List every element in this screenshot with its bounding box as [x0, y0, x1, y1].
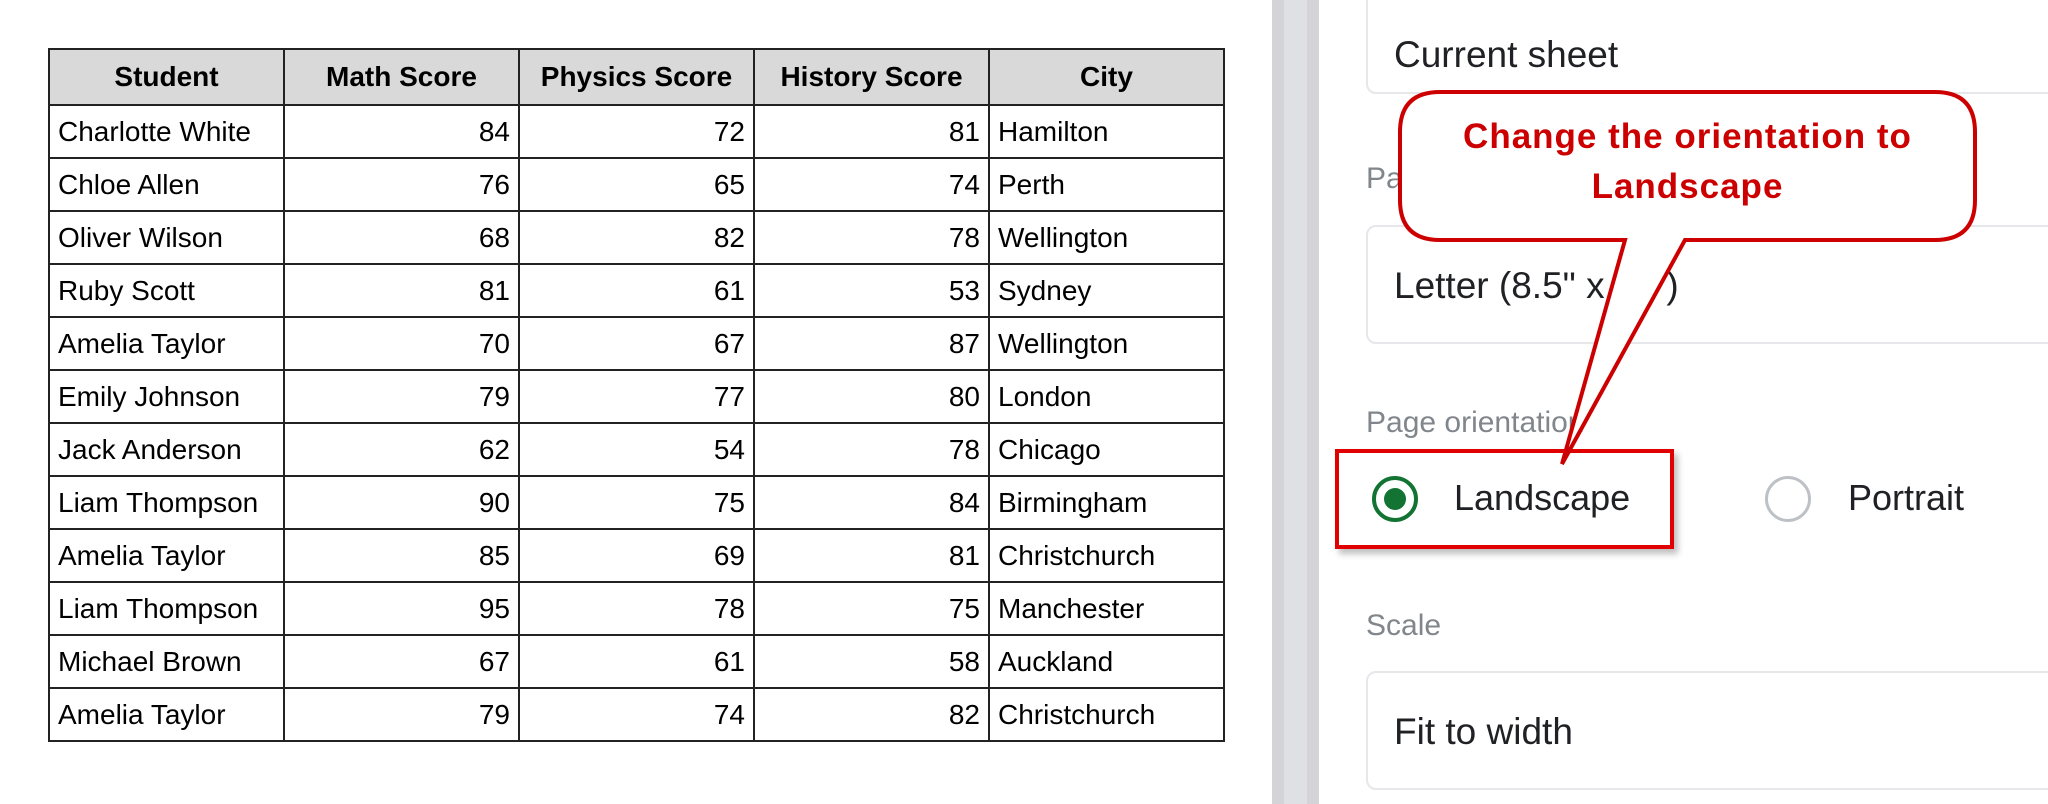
table-cell[interactable]: 75: [753, 581, 990, 636]
table-cell[interactable]: Amelia Taylor: [48, 316, 285, 371]
scale-value: Fit to width: [1394, 711, 1573, 752]
table-cell[interactable]: Ruby Scott: [48, 263, 285, 318]
table-cell[interactable]: 95: [283, 581, 520, 636]
table-cell[interactable]: Wellington: [988, 316, 1225, 371]
print-range-value: Current sheet: [1394, 34, 1619, 75]
table-cell[interactable]: Oliver Wilson: [48, 210, 285, 265]
table-cell[interactable]: 58: [753, 634, 990, 689]
table-cell[interactable]: 65: [518, 157, 755, 212]
table-cell[interactable]: 81: [753, 104, 990, 159]
table-cell[interactable]: Auckland: [988, 634, 1225, 689]
table-row: Liam Thompson 95 78 75 Manchester: [48, 581, 1225, 636]
table-row: Charlotte White 84 72 81 Hamilton: [48, 104, 1225, 159]
paper-size-value: Letter (8.5" x 11"): [1394, 265, 1679, 306]
scale-label: Scale: [1366, 609, 1442, 642]
table-cell[interactable]: Charlotte White: [48, 104, 285, 159]
table-row: Chloe Allen 76 65 74 Perth: [48, 157, 1225, 212]
table-row: Oliver Wilson 68 82 78 Wellington: [48, 210, 1225, 265]
callout-text: Change the orientation to Landscape: [1400, 112, 1975, 212]
table-header-row: Student Math Score Physics Score History Sc…: [48, 48, 1225, 106]
table-cell[interactable]: 78: [753, 210, 990, 265]
table-cell[interactable]: Birmingham: [988, 475, 1225, 530]
table-cell[interactable]: 75: [518, 475, 755, 530]
table-cell[interactable]: Michael Brown: [48, 634, 285, 689]
column-header: City: [988, 48, 1225, 106]
table-cell[interactable]: 74: [518, 687, 755, 742]
table-cell[interactable]: 74: [753, 157, 990, 212]
table-cell[interactable]: Christchurch: [988, 687, 1225, 742]
table-cell[interactable]: 67: [283, 634, 520, 689]
table-cell[interactable]: Chloe Allen: [48, 157, 285, 212]
table-cell[interactable]: 81: [283, 263, 520, 318]
table-cell[interactable]: 62: [283, 422, 520, 477]
table-cell[interactable]: Perth: [988, 157, 1225, 212]
panel-divider[interactable]: [1272, 0, 1319, 804]
column-header: History Score: [753, 48, 990, 106]
column-header: Math Score: [283, 48, 520, 106]
table-cell[interactable]: 78: [518, 581, 755, 636]
portrait-label[interactable]: Portrait: [1848, 477, 1964, 519]
print-range-select[interactable]: Current sheet: [1366, 0, 2048, 94]
paper-size-select[interactable]: Letter (8.5" x 11"): [1366, 225, 2048, 344]
table-cell[interactable]: Amelia Taylor: [48, 528, 285, 583]
student-scores-table: Student Math Score Physics Score History Sc…: [48, 48, 1225, 742]
table-cell[interactable]: Emily Johnson: [48, 369, 285, 424]
table-cell[interactable]: 82: [518, 210, 755, 265]
landscape-highlight-box: [1335, 449, 1674, 549]
table-cell[interactable]: Liam Thompson: [48, 475, 285, 530]
column-header: Student: [48, 48, 285, 106]
table-row: Amelia Taylor 79 74 82 Christchurch: [48, 687, 1225, 742]
table-cell[interactable]: 69: [518, 528, 755, 583]
table-row: Emily Johnson 79 77 80 London: [48, 369, 1225, 424]
table-cell[interactable]: 82: [753, 687, 990, 742]
table-cell[interactable]: 90: [283, 475, 520, 530]
table-cell[interactable]: Chicago: [988, 422, 1225, 477]
table-cell[interactable]: 70: [283, 316, 520, 371]
table-cell[interactable]: 68: [283, 210, 520, 265]
table-cell[interactable]: 53: [753, 263, 990, 318]
table-cell[interactable]: 78: [753, 422, 990, 477]
table-cell[interactable]: 87: [753, 316, 990, 371]
table-cell[interactable]: 76: [283, 157, 520, 212]
table-cell[interactable]: 84: [283, 104, 520, 159]
table-cell[interactable]: Amelia Taylor: [48, 687, 285, 742]
table-cell[interactable]: 79: [283, 369, 520, 424]
table-cell[interactable]: Wellington: [988, 210, 1225, 265]
table-cell[interactable]: 61: [518, 634, 755, 689]
callout-line-1: Change the orientation to: [1463, 117, 1912, 156]
table-cell[interactable]: 72: [518, 104, 755, 159]
table-row: Amelia Taylor 85 69 81 Christchurch: [48, 528, 1225, 583]
table-cell[interactable]: Liam Thompson: [48, 581, 285, 636]
table-cell[interactable]: 79: [283, 687, 520, 742]
table-cell[interactable]: 67: [518, 316, 755, 371]
table-cell[interactable]: Christchurch: [988, 528, 1225, 583]
scale-select[interactable]: Fit to width: [1366, 671, 2048, 790]
table-cell[interactable]: Sydney: [988, 263, 1225, 318]
table-cell[interactable]: London: [988, 369, 1225, 424]
table-row: Jack Anderson 62 54 78 Chicago: [48, 422, 1225, 477]
column-header: Physics Score: [518, 48, 755, 106]
divider-handle[interactable]: [1284, 0, 1307, 804]
table-cell[interactable]: 61: [518, 263, 755, 318]
table-cell[interactable]: Jack Anderson: [48, 422, 285, 477]
paper-size-label: Pa: [1366, 162, 1403, 195]
page-orientation-label: Page orientation: [1366, 406, 1585, 439]
table-cell[interactable]: Manchester: [988, 581, 1225, 636]
table-row: Liam Thompson 90 75 84 Birmingham: [48, 475, 1225, 530]
table-cell[interactable]: Hamilton: [988, 104, 1225, 159]
table-cell[interactable]: 54: [518, 422, 755, 477]
table-cell[interactable]: 84: [753, 475, 990, 530]
table-cell[interactable]: 77: [518, 369, 755, 424]
table-cell[interactable]: 80: [753, 369, 990, 424]
table-cell[interactable]: 85: [283, 528, 520, 583]
table-row: Amelia Taylor 70 67 87 Wellington: [48, 316, 1225, 371]
table-row: Ruby Scott 81 61 53 Sydney: [48, 263, 1225, 318]
table-cell[interactable]: 81: [753, 528, 990, 583]
table-row: Michael Brown 67 61 58 Auckland: [48, 634, 1225, 689]
callout-line-2: Landscape: [1591, 167, 1784, 206]
portrait-radio[interactable]: [1765, 476, 1811, 522]
